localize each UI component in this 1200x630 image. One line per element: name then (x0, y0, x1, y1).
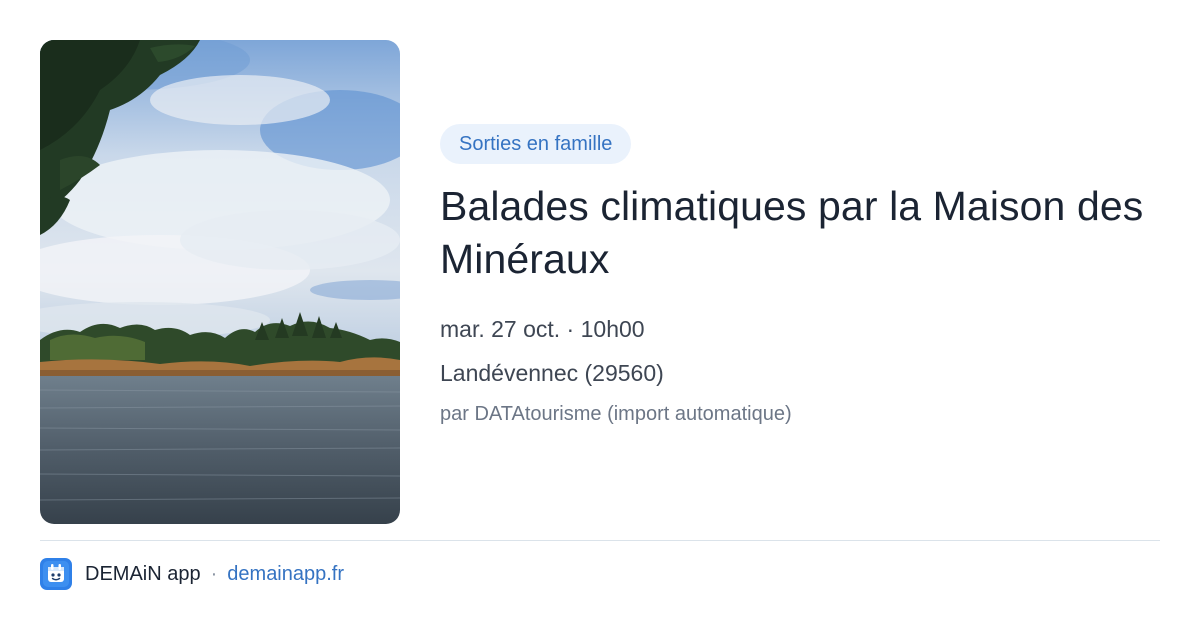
footer: DEMAiN app · demainapp.fr (40, 558, 344, 590)
category-tag[interactable]: Sorties en famille (440, 124, 632, 164)
demain-logo-icon (40, 558, 72, 590)
event-location: Landévennec (29560) (440, 360, 664, 386)
event-info: Sorties en famille Balades climatiques p… (440, 124, 1160, 427)
event-title: Balades climatiques par la Maison des Mi… (440, 183, 1144, 282)
event-photo (40, 40, 400, 524)
footer-separator: · (210, 562, 218, 585)
landscape-photo (40, 40, 400, 524)
event-source: par DATAtourisme (import automatique) (440, 403, 792, 425)
event-card: Sorties en famille Balades climatiques p… (0, 0, 1200, 630)
event-date-time: mar. 27 oct. · 10h00 (440, 316, 645, 342)
app-name: DEMAiN app (85, 562, 201, 585)
domain-link[interactable]: demainapp.fr (227, 563, 344, 586)
footer-divider (40, 540, 1160, 541)
